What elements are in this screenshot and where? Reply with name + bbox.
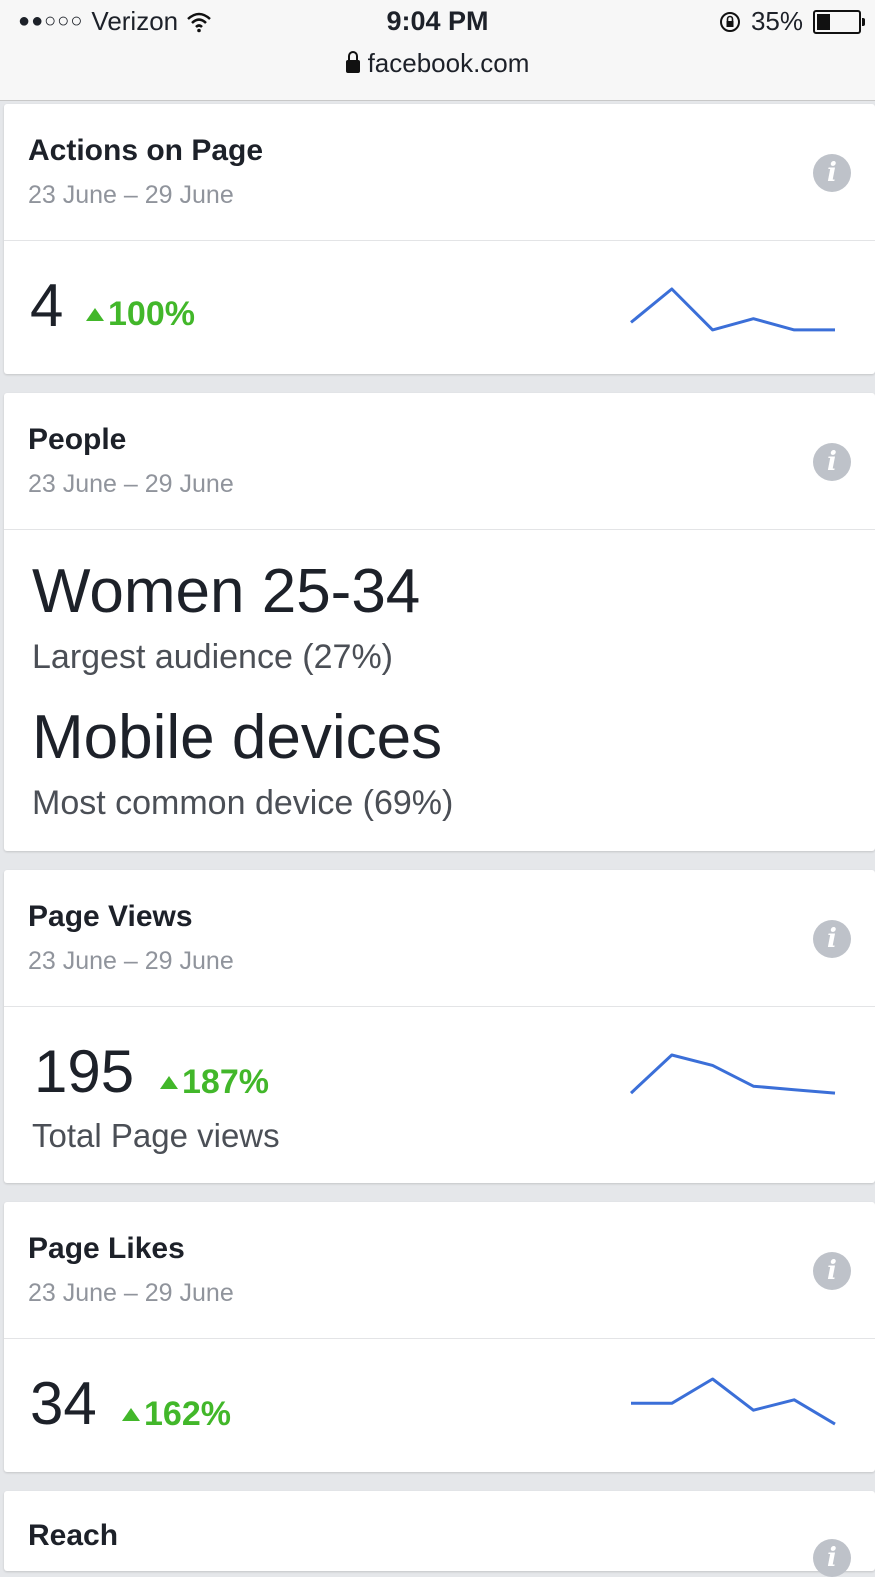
sparkline-line bbox=[630, 287, 835, 332]
card-date-range: 23 June – 29 June bbox=[28, 1279, 234, 1307]
info-icon[interactable]: i bbox=[813, 1252, 851, 1290]
card-header: People 23 June – 29 June i bbox=[4, 393, 875, 530]
up-arrow-icon bbox=[122, 1408, 140, 1421]
card-header: Actions on Page 23 June – 29 June i bbox=[4, 104, 875, 241]
orientation-lock-icon bbox=[719, 11, 740, 32]
card-title: Page Likes bbox=[28, 1232, 185, 1265]
battery-percent: 35% bbox=[750, 6, 803, 36]
metric-change: 100% bbox=[86, 295, 195, 334]
battery-fill bbox=[817, 13, 830, 30]
sparkline bbox=[630, 287, 835, 332]
up-arrow-icon bbox=[86, 308, 104, 321]
card-people[interactable]: People 23 June – 29 June i Women 25-34 L… bbox=[4, 393, 875, 851]
info-icon[interactable]: i bbox=[813, 443, 851, 481]
card-title: People bbox=[28, 423, 127, 456]
status-bar: ●●○○○ Verizon 9:04 PM 35% facebook.com bbox=[0, 0, 875, 101]
metric-change-value: 162% bbox=[144, 1395, 231, 1433]
metric-value: 34 bbox=[30, 1370, 97, 1437]
address-bar[interactable]: facebook.com bbox=[0, 48, 875, 79]
card-date-range: 23 June – 29 June bbox=[28, 947, 234, 975]
card-title: Page Views bbox=[28, 900, 193, 933]
sparkline bbox=[631, 1377, 836, 1426]
metric-change-value: 100% bbox=[108, 295, 195, 333]
metric-change: 162% bbox=[122, 1395, 231, 1434]
info-icon[interactable]: i bbox=[813, 154, 851, 192]
card-title: Actions on Page bbox=[28, 134, 264, 167]
info-icon[interactable]: i bbox=[813, 920, 851, 958]
up-arrow-icon bbox=[160, 1076, 178, 1089]
sparkline bbox=[629, 1053, 836, 1095]
right-status: 35% bbox=[719, 6, 865, 37]
largest-audience-label: Largest audience (27%) bbox=[32, 638, 394, 676]
metric-value: 4 bbox=[30, 272, 64, 339]
metric-change: 187% bbox=[160, 1063, 269, 1102]
card-date-range: 23 June – 29 June bbox=[28, 470, 234, 498]
card-reach[interactable]: Reach i bbox=[4, 1491, 875, 1577]
card-date-range: 23 June – 29 June bbox=[28, 181, 234, 209]
battery-icon bbox=[813, 9, 865, 34]
url-text: facebook.com bbox=[367, 48, 530, 78]
common-device-label: Most common device (69%) bbox=[32, 784, 454, 822]
card-actions-on-page[interactable]: Actions on Page 23 June – 29 June i 4 10… bbox=[4, 104, 875, 374]
sparkline-line bbox=[631, 1377, 836, 1426]
card-header: Page Likes 23 June – 29 June i bbox=[4, 1202, 875, 1339]
card-header: Page Views 23 June – 29 June i bbox=[4, 870, 875, 1007]
common-device-value: Mobile devices bbox=[32, 703, 443, 772]
card-page-likes[interactable]: Page Likes 23 June – 29 June i 34 162% bbox=[4, 1202, 875, 1472]
info-icon[interactable]: i bbox=[813, 1539, 851, 1577]
card-page-views[interactable]: Page Views 23 June – 29 June i 195 187% … bbox=[4, 870, 875, 1183]
largest-audience-value: Women 25-34 bbox=[32, 557, 421, 626]
metric-value: 195 bbox=[34, 1038, 135, 1105]
sparkline-line bbox=[629, 1053, 836, 1095]
metric-change-value: 187% bbox=[182, 1063, 269, 1101]
lock-icon bbox=[345, 51, 360, 73]
card-title: Reach bbox=[28, 1519, 119, 1552]
metric-label: Total Page views bbox=[32, 1117, 280, 1154]
